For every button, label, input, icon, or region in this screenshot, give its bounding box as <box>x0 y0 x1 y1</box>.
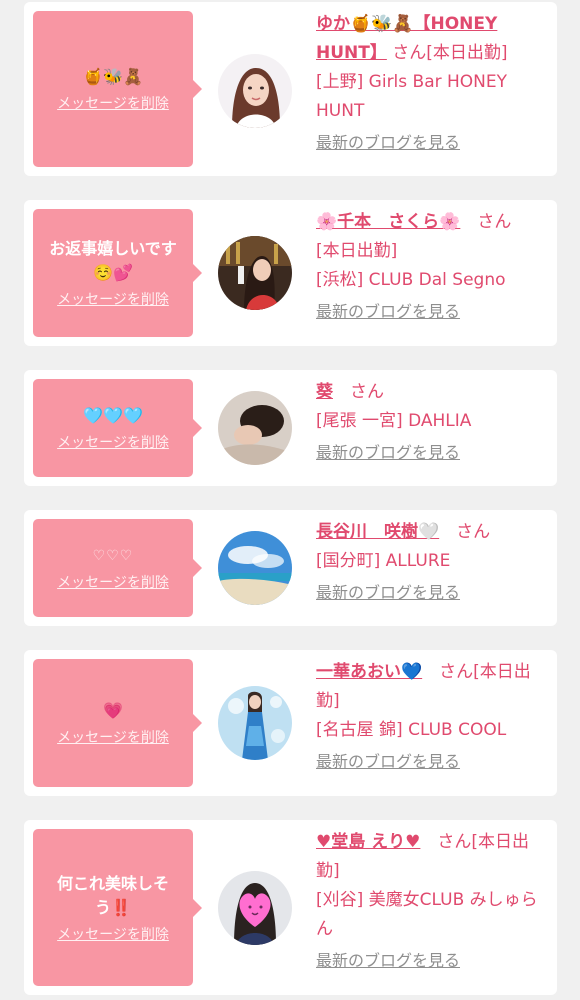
message-card: お返事嬉しいです☺️💕 メッセージを削除 🌸千本 さくら🌸 さん [本日出勤] … <box>24 200 557 346</box>
store-name: [名古屋 錦] CLUB COOL <box>316 720 507 740</box>
message-text: 何これ美味しそう‼️ <box>56 873 169 917</box>
honorific: さん <box>437 832 472 852</box>
message-bubble: お返事嬉しいです☺️💕 メッセージを削除 <box>33 209 202 337</box>
cast-name-link[interactable]: 一華あおい💙 <box>316 662 422 682</box>
message-bubble: 🩵🩵🩵 メッセージを削除 <box>33 379 202 477</box>
cast-name-link[interactable]: 🌸千本 さくら🌸 <box>316 212 460 232</box>
delete-message-link[interactable]: メッセージを削除 <box>57 432 169 452</box>
honorific: さん <box>477 212 512 232</box>
cast-name-link[interactable]: 長谷川 咲樹🤍 <box>316 522 439 542</box>
woman-lying-icon <box>218 391 292 465</box>
message-text: 💗 <box>103 701 123 720</box>
latest-blog-link[interactable]: 最新のブログを見る <box>316 578 546 607</box>
latest-blog-link[interactable]: 最新のブログを見る <box>316 946 546 975</box>
message-text: 🩵🩵🩵 <box>83 406 143 425</box>
woman-dress-icon <box>218 686 292 760</box>
message-text: 🍯🐝🧸 <box>83 67 143 86</box>
work-status: [本日出勤] <box>426 43 508 63</box>
latest-blog-link[interactable]: 最新のブログを見る <box>316 438 546 467</box>
avatar[interactable] <box>218 391 292 465</box>
message-card: 💗 メッセージを削除 一華あおい💙 さん[本日出勤] [名古屋 錦] CLUB … <box>24 650 557 796</box>
store-name: [上野] Girls Bar HONEY HUNT <box>316 72 508 121</box>
work-status: [本日出勤] <box>316 241 398 261</box>
store-name: [刈谷] 美魔女CLUB みしゅらん <box>316 890 538 939</box>
delete-message-link[interactable]: メッセージを削除 <box>57 93 169 113</box>
honorific: さん <box>456 522 491 542</box>
store-name: [浜松] CLUB Dal Segno <box>316 270 506 290</box>
message-bubble: 🍯🐝🧸 メッセージを削除 <box>33 11 202 167</box>
cast-name-link[interactable]: 葵 <box>316 382 333 402</box>
heart-face-icon <box>218 871 292 945</box>
message-text: お返事嬉しいです☺️💕 <box>49 239 177 282</box>
delete-message-link[interactable]: メッセージを削除 <box>57 924 169 944</box>
cast-name-link[interactable]: ♥堂島 えり♥ <box>316 832 420 852</box>
message-bubble: 💗 メッセージを削除 <box>33 659 202 787</box>
avatar[interactable] <box>218 686 292 760</box>
avatar[interactable] <box>218 531 292 605</box>
store-name: [尾張 一宮] DAHLIA <box>316 411 472 431</box>
avatar[interactable] <box>218 54 292 128</box>
message-bubble: ♡♡♡ メッセージを削除 <box>33 519 202 617</box>
beach-icon <box>218 531 292 605</box>
woman-bar-icon <box>218 236 292 310</box>
honorific: さん <box>439 662 474 682</box>
delete-message-link[interactable]: メッセージを削除 <box>57 727 169 747</box>
delete-message-link[interactable]: メッセージを削除 <box>57 572 169 592</box>
avatar[interactable] <box>218 236 292 310</box>
latest-blog-link[interactable]: 最新のブログを見る <box>316 747 546 776</box>
honorific: さん <box>392 43 427 63</box>
store-name: [国分町] ALLURE <box>316 551 451 571</box>
honorific: さん <box>350 382 384 402</box>
message-card: 何これ美味しそう‼️ メッセージを削除 ♥堂島 えり♥ さん[本日出勤] [刈谷… <box>24 820 557 995</box>
message-card: 🍯🐝🧸 メッセージを削除 ゆか🍯🐝🧸【HONEY HUNT】 さん[本日出勤] … <box>24 2 557 176</box>
latest-blog-link[interactable]: 最新のブログを見る <box>316 297 546 326</box>
avatar[interactable] <box>218 871 292 945</box>
message-card: ♡♡♡ メッセージを削除 長谷川 咲樹🤍 さん [国分町] ALLURE 最新の… <box>24 510 557 626</box>
message-bubble: 何これ美味しそう‼️ メッセージを削除 <box>33 829 202 986</box>
message-card: 🩵🩵🩵 メッセージを削除 葵 さん [尾張 一宮] DAHLIA 最新のブログを… <box>24 370 557 486</box>
latest-blog-link[interactable]: 最新のブログを見る <box>316 128 546 157</box>
woman-portrait-icon <box>218 54 292 128</box>
delete-message-link[interactable]: メッセージを削除 <box>57 289 169 309</box>
message-text: ♡♡♡ <box>92 548 134 564</box>
